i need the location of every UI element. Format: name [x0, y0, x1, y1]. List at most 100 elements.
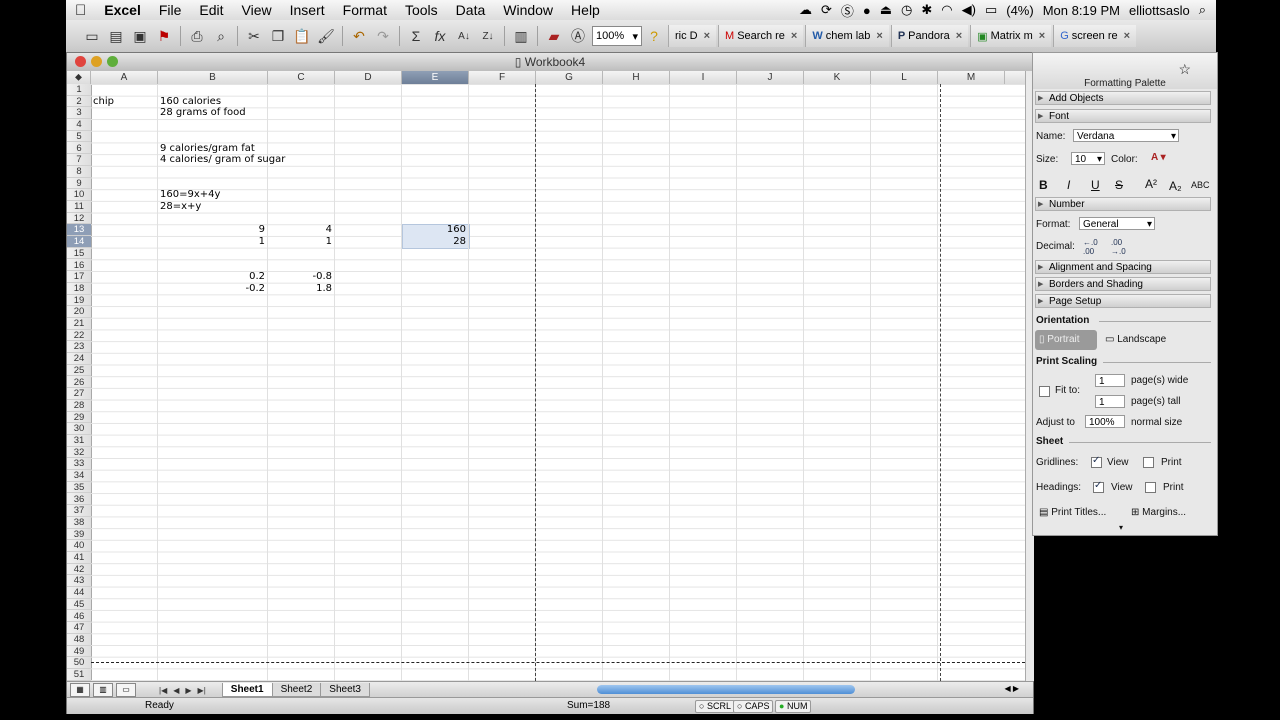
- row-header-42[interactable]: 42: [67, 564, 91, 576]
- new-document-icon[interactable]: ▭: [81, 26, 103, 46]
- flag-icon[interactable]: ⚑: [153, 26, 175, 46]
- select-all-corner[interactable]: ⬥: [67, 71, 91, 84]
- row-header-34[interactable]: 34: [67, 470, 91, 482]
- row-header-29[interactable]: 29: [67, 412, 91, 424]
- normal-view-button[interactable]: ▦: [70, 683, 90, 697]
- row-header-17[interactable]: 17: [67, 271, 91, 283]
- cell-b3[interactable]: 28 grams of food: [160, 107, 246, 119]
- column-header-f[interactable]: F: [469, 71, 536, 84]
- cell-b14[interactable]: 1: [158, 236, 265, 248]
- clock[interactable]: Mon 8:19 PM: [1043, 3, 1120, 18]
- paste-icon[interactable]: 📋: [291, 26, 313, 46]
- close-icon[interactable]: ×: [1039, 30, 1045, 42]
- strikethrough-icon[interactable]: S: [1115, 178, 1123, 192]
- section-borders[interactable]: Borders and Shading: [1035, 277, 1211, 292]
- decrease-decimal-icon[interactable]: .00 →.0: [1111, 238, 1126, 256]
- row-header-33[interactable]: 33: [67, 458, 91, 471]
- function-icon[interactable]: fx: [429, 26, 451, 46]
- spreadsheet-grid[interactable]: chip 160 calories 28 grams of food 9 calori…: [91, 84, 1025, 681]
- row-header-43[interactable]: 43: [67, 575, 91, 588]
- row-header-4[interactable]: 4: [67, 119, 91, 131]
- close-icon[interactable]: ×: [956, 30, 962, 42]
- margins-button[interactable]: ⊞ Margins...: [1131, 507, 1186, 518]
- browser-tab[interactable]: ▣ Matrix m ×: [970, 25, 1052, 47]
- next-sheet-icon[interactable]: ▶: [185, 686, 191, 695]
- adjust-percent-input[interactable]: 100%: [1085, 415, 1125, 428]
- subscript-icon[interactable]: A₂: [1169, 179, 1182, 193]
- format-painter-icon[interactable]: 🖌: [315, 26, 337, 46]
- bold-icon[interactable]: B: [1039, 178, 1048, 192]
- cell-c18[interactable]: 1.8: [268, 283, 332, 295]
- column-header-a[interactable]: A: [91, 71, 158, 84]
- section-font[interactable]: Font: [1035, 109, 1211, 124]
- chart-wizard-icon[interactable]: ▥: [510, 26, 532, 46]
- window-titlebar[interactable]: ▯ Workbook4: [67, 53, 1033, 72]
- row-header-1[interactable]: 1: [67, 84, 91, 96]
- underline-icon[interactable]: U: [1091, 178, 1100, 192]
- cell-b10[interactable]: 160=9x+4y: [160, 189, 220, 201]
- column-header-c[interactable]: C: [268, 71, 335, 84]
- cell-e14[interactable]: 28: [402, 236, 466, 248]
- portrait-button[interactable]: ▯ Portrait: [1035, 330, 1097, 350]
- row-header-45[interactable]: 45: [67, 599, 91, 611]
- column-header-l[interactable]: L: [871, 71, 938, 84]
- row-header-37[interactable]: 37: [67, 505, 91, 517]
- cell-b6[interactable]: 9 calories/gram fat: [160, 143, 255, 155]
- row-header-30[interactable]: 30: [67, 423, 91, 435]
- page-break-view-button[interactable]: ▭: [116, 683, 136, 697]
- row-header-3[interactable]: 3: [67, 107, 91, 120]
- row-header-50[interactable]: 50: [67, 657, 91, 669]
- cell-b7[interactable]: 4 calories/ gram of sugar: [160, 154, 285, 166]
- sheet-tab-sheet3[interactable]: Sheet3: [320, 683, 370, 697]
- bluetooth-icon[interactable]: ✱: [921, 2, 932, 18]
- section-add-objects[interactable]: Add Objects: [1035, 91, 1211, 106]
- cell-c13[interactable]: 4: [268, 224, 332, 236]
- menu-file[interactable]: File: [150, 2, 191, 18]
- browser-tab[interactable]: M Search re ×: [718, 25, 804, 47]
- battery-icon[interactable]: ▭: [985, 2, 997, 18]
- menu-data[interactable]: Data: [447, 2, 495, 18]
- row-header-11[interactable]: 11: [67, 201, 91, 213]
- gridlines-view-checkbox[interactable]: [1091, 455, 1102, 468]
- row-header-16[interactable]: 16: [67, 260, 91, 272]
- browser-tab[interactable]: ric D ×: [668, 25, 717, 47]
- toolbox-icon[interactable]: ▰: [543, 26, 565, 46]
- zoom-select[interactable]: 100% ▾: [592, 26, 642, 46]
- volume-icon[interactable]: ◀): [962, 2, 976, 18]
- column-header-h[interactable]: H: [603, 71, 670, 84]
- cut-icon[interactable]: ✂: [243, 26, 265, 46]
- user-name[interactable]: elliottsaslo: [1129, 3, 1190, 18]
- sort-descending-icon[interactable]: Z↓: [477, 26, 499, 46]
- small-caps-icon[interactable]: ABC: [1191, 180, 1210, 190]
- sheet-tab-sheet1[interactable]: Sheet1: [221, 683, 273, 697]
- cell-c14[interactable]: 1: [268, 236, 332, 248]
- menu-insert[interactable]: Insert: [281, 2, 334, 18]
- copy-icon[interactable]: ❐: [267, 26, 289, 46]
- number-format-select[interactable]: General ▾: [1079, 217, 1155, 230]
- page-layout-view-button[interactable]: ▥: [93, 683, 113, 697]
- menu-help[interactable]: Help: [562, 2, 609, 18]
- cell-c17[interactable]: -0.8: [268, 271, 332, 283]
- column-header-e[interactable]: E: [402, 71, 469, 84]
- row-header-13[interactable]: 13: [67, 224, 91, 237]
- scroll-arrows-icon[interactable]: ◀ ▶: [1004, 684, 1019, 693]
- font-color-icon[interactable]: A ▾: [1151, 152, 1166, 163]
- row-header-21[interactable]: 21: [67, 318, 91, 330]
- row-header-20[interactable]: 20: [67, 306, 91, 318]
- browser-tab[interactable]: Gscreen re ×: [1053, 25, 1137, 47]
- browser-tab[interactable]: Wchem lab ×: [805, 25, 889, 47]
- close-icon[interactable]: ×: [1124, 30, 1130, 42]
- save-icon[interactable]: ▣: [129, 26, 151, 46]
- row-header-15[interactable]: 15: [67, 248, 91, 260]
- row-header-48[interactable]: 48: [67, 634, 91, 646]
- section-page-setup[interactable]: Page Setup: [1035, 294, 1211, 309]
- row-header-35[interactable]: 35: [67, 482, 91, 494]
- row-header-44[interactable]: 44: [67, 587, 91, 599]
- close-icon[interactable]: ×: [791, 30, 797, 42]
- row-header-26[interactable]: 26: [67, 377, 91, 389]
- row-header-31[interactable]: 31: [67, 435, 91, 447]
- horizontal-scroll-thumb[interactable]: [597, 685, 855, 694]
- star-icon[interactable]: ☆: [1178, 61, 1191, 78]
- help-icon[interactable]: ?: [643, 26, 665, 46]
- app-menu[interactable]: Excel: [95, 2, 150, 18]
